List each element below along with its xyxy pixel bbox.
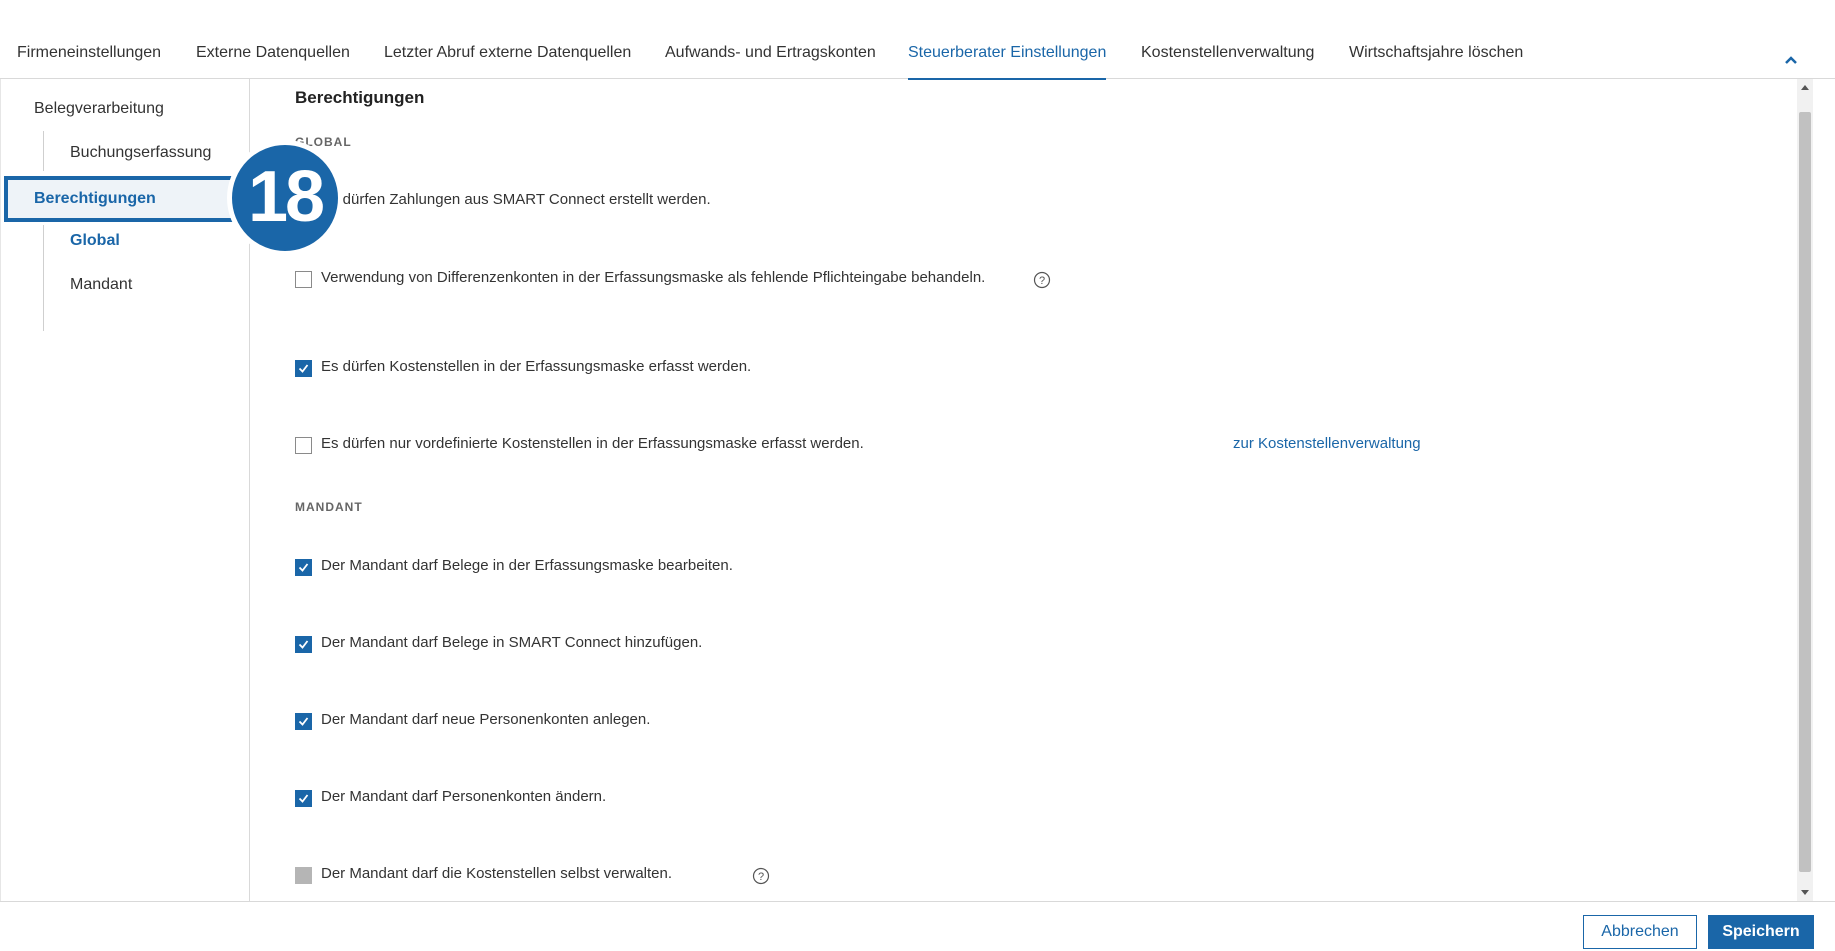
dialog-footer: Abbrechen Speichern bbox=[0, 901, 1835, 951]
option-label: Der Mandant darf die Kostenstellen selbs… bbox=[321, 865, 673, 882]
checkbox-differenzenkonten[interactable] bbox=[295, 271, 312, 288]
option-label: Es dürfen Kostenstellen in der Erfassung… bbox=[321, 358, 752, 375]
sidebar-item-buchungserfassung[interactable]: Buchungserfassung bbox=[70, 144, 211, 162]
option-label: Der Mandant darf Personenkonten ändern. bbox=[321, 788, 607, 805]
sidebar-item-belegverarbeitung[interactable]: Belegverarbeitung bbox=[34, 100, 164, 118]
tab-wirtschaftsjahre-loeschen[interactable]: Wirtschaftsjahre löschen bbox=[1349, 44, 1523, 79]
checkmark-icon bbox=[298, 364, 309, 373]
checkmark-icon bbox=[298, 563, 309, 572]
tab-kostenstellenverwaltung[interactable]: Kostenstellenverwaltung bbox=[1141, 44, 1314, 79]
checkbox-kostenstellen-erfassen[interactable] bbox=[295, 360, 312, 377]
checkbox-personenkonten-aendern[interactable] bbox=[295, 790, 312, 807]
checkbox-belege-bearbeiten[interactable] bbox=[295, 559, 312, 576]
svg-text:?: ? bbox=[1039, 275, 1045, 287]
checkmark-icon bbox=[298, 794, 309, 803]
sidebar-tree-line bbox=[43, 225, 44, 331]
tab-steuerberater-einstellungen[interactable]: Steuerberater Einstellungen bbox=[908, 44, 1107, 80]
tab-firmeneinstellungen[interactable]: Firmeneinstellungen bbox=[17, 44, 161, 79]
checkmark-icon bbox=[298, 640, 309, 649]
settings-sidebar: Belegverarbeitung Buchungserfassung Bere… bbox=[0, 79, 250, 901]
settings-tab-bar: Firmeneinstellungen Externe Datenquellen… bbox=[0, 0, 1835, 80]
help-icon[interactable]: ? bbox=[752, 867, 770, 885]
page-title: Berechtigungen bbox=[295, 88, 425, 107]
cancel-button[interactable]: Abbrechen bbox=[1583, 915, 1697, 949]
checkbox-vordefinierte-kostenstellen[interactable] bbox=[295, 437, 312, 454]
sidebar-item-mandant[interactable]: Mandant bbox=[70, 276, 132, 294]
permissions-panel: Berechtigungen GLOBAL Es dürfen Zahlunge… bbox=[250, 79, 1795, 901]
sidebar-item-label: Berechtigungen bbox=[34, 190, 156, 207]
checkbox-personenkonten-anlegen[interactable] bbox=[295, 713, 312, 730]
checkmark-icon bbox=[298, 717, 309, 726]
save-button[interactable]: Speichern bbox=[1708, 915, 1814, 949]
scrollbar-thumb[interactable] bbox=[1799, 112, 1811, 872]
help-icon[interactable]: ? bbox=[1033, 271, 1051, 289]
tab-aufwands-ertragskonten[interactable]: Aufwands- und Ertragskonten bbox=[665, 44, 876, 79]
option-label: Der Mandant darf neue Personenkonten anl… bbox=[321, 711, 651, 728]
sidebar-item-berechtigungen[interactable]: Berechtigungen bbox=[4, 176, 244, 222]
group-label-mandant: MANDANT bbox=[295, 500, 363, 514]
link-kostenstellenverwaltung[interactable]: zur Kostenstellenverwaltung bbox=[1233, 435, 1421, 452]
sidebar-tree-line bbox=[43, 131, 44, 171]
option-label: Der Mandant darf Belege in der Erfassung… bbox=[321, 557, 733, 574]
scroll-down-arrow-icon[interactable] bbox=[1799, 887, 1811, 897]
chevron-up-icon[interactable] bbox=[1782, 52, 1800, 70]
tab-letzter-abruf[interactable]: Letzter Abruf externe Datenquellen bbox=[384, 44, 631, 79]
option-label: Der Mandant darf Belege in SMART Connect… bbox=[321, 634, 703, 651]
checkbox-belege-hinzufuegen[interactable] bbox=[295, 636, 312, 653]
step-number-badge: 18 bbox=[227, 140, 343, 256]
tab-externe-datenquellen[interactable]: Externe Datenquellen bbox=[196, 44, 350, 79]
svg-text:?: ? bbox=[758, 871, 764, 883]
option-label: Es dürfen Zahlungen aus SMART Connect er… bbox=[321, 191, 711, 208]
scroll-up-arrow-icon[interactable] bbox=[1799, 83, 1811, 93]
sidebar-item-global[interactable]: Global bbox=[70, 232, 120, 250]
option-label: Verwendung von Differenzenkonten in der … bbox=[321, 269, 986, 286]
checkbox-kostenstellen-verwalten bbox=[295, 867, 312, 884]
option-label: Es dürfen nur vordefinierte Kostenstelle… bbox=[321, 435, 864, 452]
